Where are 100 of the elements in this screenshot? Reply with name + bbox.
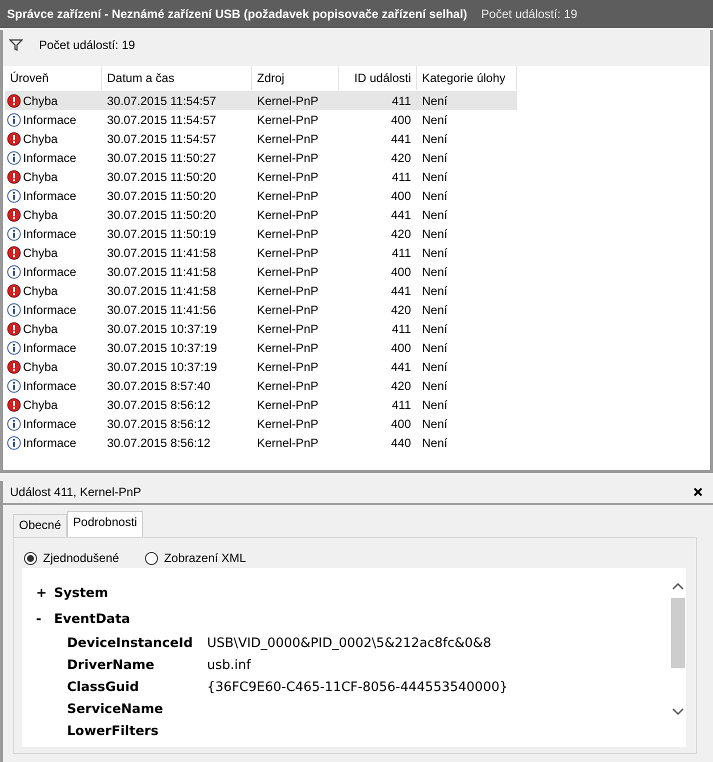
table-cell: Není [422, 264, 448, 278]
table-cell: 30.07.2015 11:50:20 [107, 208, 216, 222]
table-cell: Kernel-PnP [257, 94, 318, 108]
radio-label[interactable]: Zjednodušené [43, 551, 120, 565]
table-cell: Kernel-PnP [257, 150, 318, 164]
table-cell: 30.07.2015 10:37:19 [107, 340, 218, 354]
table-cell: 400 [390, 264, 411, 278]
table-cell: 420 [390, 226, 411, 240]
field-name: DeviceInstanceId [67, 636, 194, 650]
table-cell: 30.07.2015 11:41:56 [107, 302, 216, 316]
event-row[interactable]: Informace 30.07.2015 11:41:58 Kernel-PnP 400 Není [5, 262, 517, 281]
table-cell: Není [422, 94, 448, 108]
info-icon [7, 112, 21, 126]
scroll-thumb[interactable] [670, 598, 684, 668]
event-row[interactable]: Chyba 30.07.2015 11:50:20 Kernel-PnP 411 Není [5, 167, 517, 186]
info-icon [7, 436, 21, 450]
table-cell: 30.07.2015 11:41:58 [107, 284, 216, 298]
table-cell: Kernel-PnP [257, 264, 318, 278]
table-cell: Kernel-PnP [257, 322, 318, 336]
event-row[interactable]: Chyba 30.07.2015 11:41:58 Kernel-PnP 411 Není [5, 243, 517, 262]
event-row[interactable]: Informace 30.07.2015 11:41:56 Kernel-PnP 420 Není [5, 300, 517, 319]
table-cell: Není [422, 150, 448, 164]
table-cell: 30.07.2015 11:54:57 [107, 112, 216, 126]
field-name: ClassGuid [67, 680, 140, 694]
table-cell: Kernel-PnP [257, 132, 318, 146]
event-row[interactable]: Informace 30.07.2015 8:56:12 Kernel-PnP 440 Není [5, 433, 517, 452]
expand-toggle[interactable]: - [36, 612, 54, 626]
table-cell: 400 [390, 188, 411, 202]
table-cell: Kernel-PnP [257, 360, 318, 374]
info-icon [7, 188, 21, 202]
level-text: Informace [23, 302, 76, 316]
table-cell: Není [422, 284, 448, 298]
level-text: Informace [23, 226, 76, 240]
error-icon [7, 398, 21, 412]
info-icon [7, 416, 21, 430]
info-icon [7, 226, 21, 240]
level-text: Chyba [23, 360, 58, 374]
info-icon [7, 378, 21, 392]
table-cell: 30.07.2015 8:56:12 [107, 398, 210, 412]
table-cell: 30.07.2015 11:54:57 [107, 132, 216, 146]
error-icon [7, 322, 21, 336]
event-row[interactable]: Chyba 30.07.2015 8:56:12 Kernel-PnP 411 Není [5, 395, 517, 414]
scroll-down-icon[interactable] [672, 708, 684, 716]
event-row[interactable]: Informace 30.07.2015 11:50:27 Kernel-PnP 420 Není [5, 148, 517, 167]
event-count: Počet událostí: 19 [39, 38, 136, 52]
tab[interactable]: Podrobnosti [67, 511, 144, 537]
table-cell: 411 [392, 322, 411, 336]
table-cell: 400 [390, 112, 411, 126]
table-cell: 441 [390, 360, 411, 374]
table-cell: 30.07.2015 8:56:12 [107, 416, 210, 430]
event-row[interactable]: Chyba 30.07.2015 11:54:57 Kernel-PnP 441 Není [5, 129, 517, 148]
table-cell: Kernel-PnP [257, 246, 318, 260]
radio-label[interactable]: Zobrazení XML [164, 551, 246, 565]
info-icon [7, 340, 21, 354]
event-row[interactable]: Informace 30.07.2015 8:56:12 Kernel-PnP 400 Není [5, 414, 517, 433]
table-cell: 30.07.2015 11:54:57 [107, 94, 216, 108]
level-text: Informace [23, 264, 76, 278]
radio-button[interactable] [145, 552, 158, 564]
table-cell: 30.07.2015 10:37:19 [107, 322, 218, 336]
table-cell: Kernel-PnP [257, 284, 318, 298]
filter-icon[interactable] [9, 39, 23, 51]
table-cell: Kernel-PnP [257, 378, 318, 392]
event-row[interactable]: Chyba 30.07.2015 11:50:20 Kernel-PnP 441 Není [5, 205, 517, 224]
table-cell: Není [422, 226, 448, 240]
table-cell: Není [422, 436, 448, 450]
close-icon[interactable] [693, 487, 703, 497]
scroll-up-icon[interactable] [672, 582, 684, 590]
table-cell: 420 [390, 378, 411, 392]
level-text: Chyba [23, 284, 58, 298]
level-text: Chyba [23, 208, 58, 222]
event-row[interactable]: Chyba 30.07.2015 10:37:19 Kernel-PnP 411 Není [5, 319, 517, 338]
error-icon [7, 94, 21, 108]
table-cell: Není [422, 340, 448, 354]
event-row[interactable]: Chyba 30.07.2015 11:54:57 Kernel-PnP 411 Není [5, 91, 517, 110]
event-row[interactable]: Chyba 30.07.2015 10:37:19 Kernel-PnP 441 Není [5, 357, 517, 376]
event-row[interactable]: Informace 30.07.2015 10:37:19 Kernel-PnP 400 Není [5, 338, 517, 357]
event-row[interactable]: Informace 30.07.2015 11:50:20 Kernel-PnP 400 Není [5, 186, 517, 205]
field-value: {36FC9E60-C465-11CF-8056-444553540000} [207, 680, 508, 694]
event-row[interactable]: Chyba 30.07.2015 11:41:58 Kernel-PnP 441 Není [5, 281, 517, 300]
event-row[interactable]: Informace 30.07.2015 8:57:40 Kernel-PnP 420 Není [5, 376, 517, 395]
table-cell: 30.07.2015 11:41:58 [107, 246, 216, 260]
info-icon [7, 264, 21, 278]
table-cell: Kernel-PnP [257, 112, 318, 126]
event-row[interactable]: Informace 30.07.2015 11:50:19 Kernel-PnP 420 Není [5, 224, 517, 243]
expand-toggle[interactable]: + [36, 586, 54, 600]
event-row[interactable]: Informace 30.07.2015 11:54:57 Kernel-PnP 400 Není [5, 110, 517, 129]
table-cell: Kernel-PnP [257, 226, 318, 240]
radio-button[interactable] [24, 552, 37, 564]
tab[interactable]: Obecné [13, 514, 68, 537]
table-cell: 420 [390, 150, 411, 164]
field-name: LowerFilters [67, 724, 160, 738]
info-icon [7, 150, 21, 164]
table-cell: 411 [392, 170, 411, 184]
level-text: Informace [23, 416, 76, 430]
level-text: Chyba [23, 170, 58, 184]
table-cell: Kernel-PnP [257, 188, 318, 202]
table-cell: Kernel-PnP [257, 302, 318, 316]
table-cell: Není [422, 322, 448, 336]
window-title: Správce zařízení - Neznámé zařízení USB (požadavek popisovače zařízení selhal) [7, 7, 468, 21]
table-cell: 440 [390, 436, 411, 450]
